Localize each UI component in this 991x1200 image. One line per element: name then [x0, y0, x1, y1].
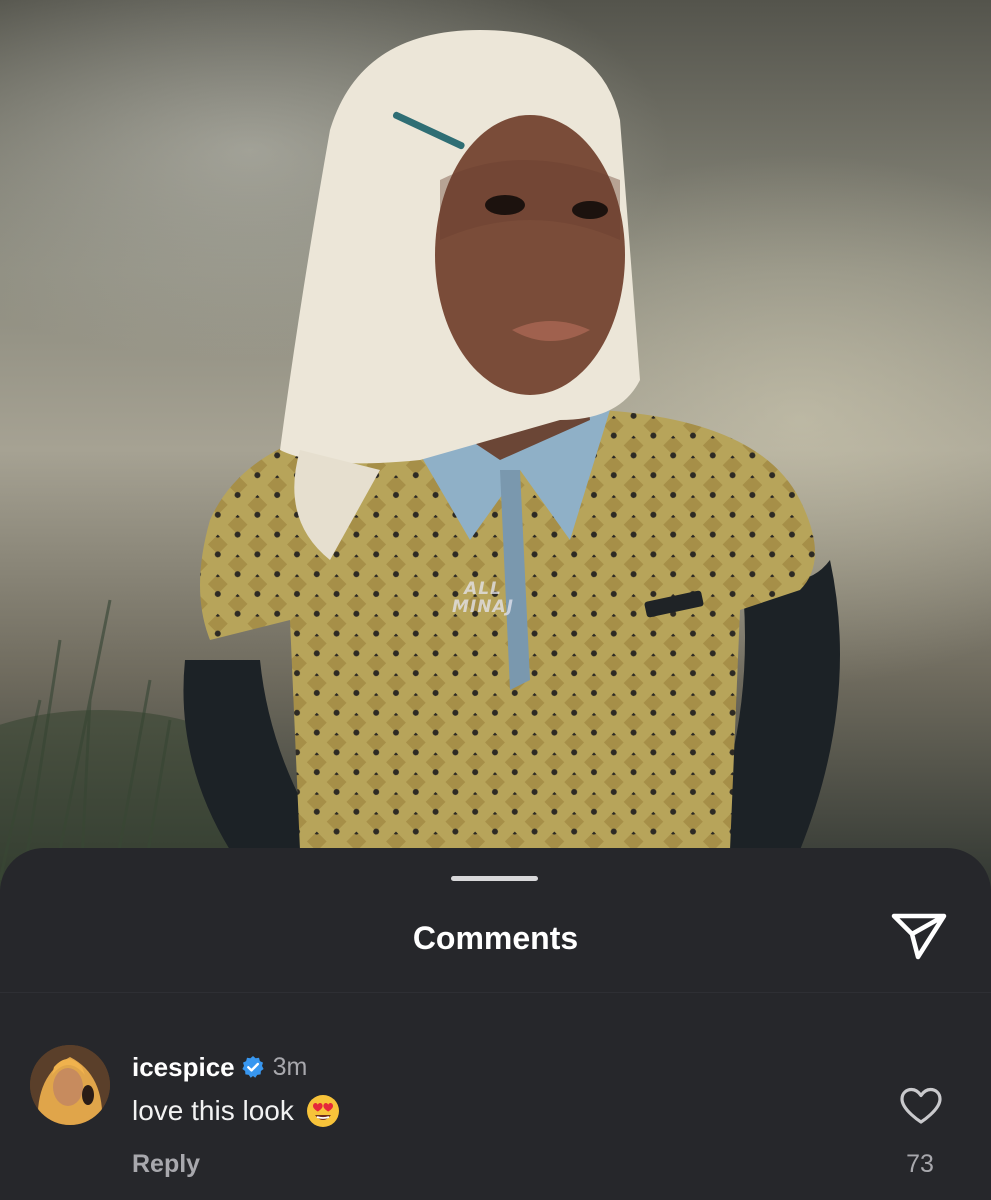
watermark: ALL MINAJ [452, 580, 514, 616]
send-icon[interactable] [890, 910, 948, 962]
comments-sheet: Comments icespice 3m love this look Repl… [0, 848, 991, 1200]
comment-item: icespice 3m love this look Reply 73 [0, 1038, 991, 1188]
watermark-line-2: MINAJ [452, 597, 514, 617]
watermark-line-1: ALL [464, 579, 502, 599]
like-count: 73 [906, 1150, 934, 1178]
username[interactable]: icespice [132, 1052, 235, 1083]
portrait-illustration [0, 30, 840, 900]
comment-time: 3m [272, 1052, 308, 1081]
sheet-title: Comments [412, 920, 579, 956]
sheet-divider [0, 992, 991, 993]
instagram-screen: ALL MINAJ Comments icespice 3m love this… [0, 0, 991, 1200]
heart-outline-icon[interactable] [898, 1086, 944, 1126]
comment-body: love this look [132, 1095, 294, 1126]
post-photo[interactable]: ALL MINAJ [0, 0, 991, 900]
heart-eyes-emoji [306, 1095, 339, 1127]
avatar-image [30, 1045, 110, 1125]
avatar[interactable] [30, 1045, 110, 1125]
verified-badge-icon [242, 1056, 264, 1078]
reply-button[interactable]: Reply [132, 1150, 200, 1179]
sheet-grabber[interactable] [451, 876, 538, 881]
comment-meta: icespice 3m [132, 1050, 307, 1084]
comment-text: love this look [132, 1094, 340, 1128]
